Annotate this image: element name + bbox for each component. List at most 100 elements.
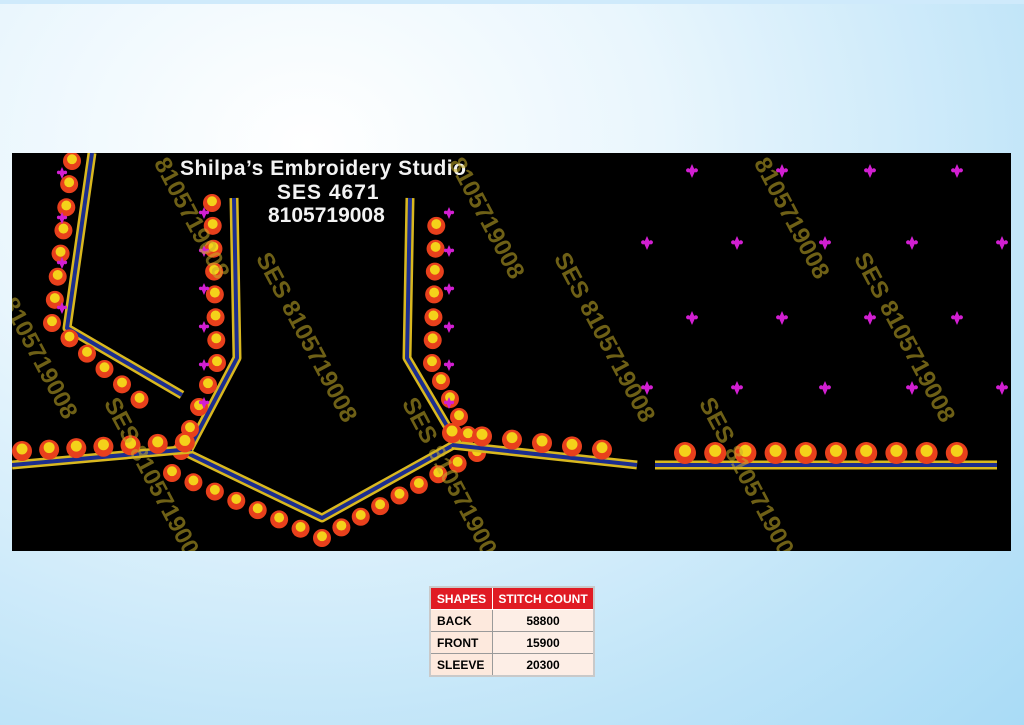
fleur-petal (913, 240, 918, 245)
flower-center (82, 346, 92, 357)
flower-center (446, 425, 458, 437)
shape-cell: SLEEVE (429, 653, 493, 677)
studio-name: Shilpa’s Embroidery Studio (180, 157, 467, 180)
flower-center (49, 293, 60, 304)
fleur-petal (205, 324, 210, 329)
fleur-petal (864, 168, 869, 173)
fleur-petal (443, 324, 448, 329)
fleur-petal (951, 168, 956, 173)
shape-cell: BACK (429, 609, 493, 632)
fleur-petal (826, 385, 831, 390)
flower-center (413, 478, 424, 489)
fleur-petal (198, 400, 203, 405)
fleur-petal (450, 286, 455, 291)
flower-center (55, 246, 66, 257)
flower-center (427, 333, 438, 344)
fleur-petal (1003, 385, 1008, 390)
fleur-petal (738, 385, 743, 390)
flower-center (431, 219, 442, 230)
flower-center (394, 488, 405, 499)
count-cell: 15900 (492, 631, 595, 654)
flower-center (429, 264, 440, 275)
flower-center (950, 444, 963, 457)
flower-center (860, 444, 873, 457)
fleur-petal (63, 305, 68, 310)
fleur-petal (864, 315, 869, 320)
flower-center (252, 503, 263, 514)
fleur-petal (63, 260, 68, 265)
fleur-petal (443, 286, 448, 291)
flower-center (355, 510, 366, 520)
flower-center (203, 378, 213, 389)
fleur-petal (198, 324, 203, 329)
table-row: BACK 58800 (429, 609, 595, 632)
flower-center (317, 531, 327, 542)
fleur-petal (958, 315, 963, 320)
flower-center (70, 440, 82, 452)
fleur-petal (648, 240, 653, 245)
flower-center (506, 432, 518, 444)
flower-center (43, 442, 55, 454)
design-code: SES 4671 (277, 181, 380, 204)
shape-cell: FRONT (429, 631, 493, 654)
stitch-count-table: SHAPES STITCH COUNT BACK 58800 FRONT 159… (429, 586, 595, 677)
flower-center (67, 154, 77, 165)
count-cell: 58800 (492, 609, 595, 632)
fleur-petal (871, 315, 876, 320)
flower-center (179, 434, 191, 446)
fleur-petal (198, 286, 203, 291)
fleur-petal (951, 315, 956, 320)
flower-center (463, 428, 473, 439)
flower-center (536, 435, 548, 447)
fleur-petal (783, 168, 788, 173)
fleur-petal (641, 240, 646, 245)
fleur-petal (693, 168, 698, 173)
fleur-petal (205, 400, 210, 405)
phone-number: 8105719008 (268, 204, 385, 227)
flower-center (211, 333, 222, 344)
table-row: SLEEVE 20300 (429, 653, 595, 677)
flower-center (336, 520, 347, 531)
flower-center (436, 374, 446, 385)
fleur-petal (996, 385, 1001, 390)
flower-center (64, 331, 75, 342)
flower-center (152, 436, 164, 448)
flower-center (678, 444, 692, 457)
fleur-petal (731, 240, 736, 245)
flower-center (428, 310, 439, 321)
count-cell: 20300 (492, 653, 595, 677)
fleur-petal (693, 315, 698, 320)
fleur-petal (826, 240, 831, 245)
fleur-petal (996, 240, 1001, 245)
flower-center (429, 287, 440, 298)
flower-center (375, 499, 386, 510)
flower-center (799, 444, 812, 457)
flower-center (134, 392, 145, 403)
fleur-petal (450, 324, 455, 329)
fleur-petal (63, 170, 68, 175)
flower-center (430, 241, 441, 252)
table-row: FRONT 15900 (429, 631, 595, 654)
fleur-petal (871, 168, 876, 173)
fleur-petal (819, 385, 824, 390)
fleur-petal (443, 362, 448, 367)
flower-center (185, 422, 195, 433)
fleur-petal (443, 248, 448, 253)
flower-center (212, 356, 222, 367)
fleur-petal (1003, 240, 1008, 245)
fleur-petal (198, 362, 203, 367)
shapes-header: SHAPES (429, 586, 493, 610)
flower-center (596, 442, 608, 454)
fleur-petal (56, 305, 61, 310)
flower-center (117, 377, 127, 388)
flower-center (209, 287, 220, 298)
embroidery-design-panel: Shilpa’s Embroidery Studio SES 4671 8105… (12, 153, 1011, 551)
flower-center (58, 223, 69, 234)
flower-center (566, 438, 578, 450)
stitch-count-header: STITCH COUNT (492, 586, 595, 610)
flower-center (16, 443, 28, 455)
table-header-row: SHAPES STITCH COUNT (429, 586, 595, 610)
flower-center (210, 310, 221, 321)
fleur-petal (443, 210, 448, 215)
fleur-petal (906, 385, 911, 390)
